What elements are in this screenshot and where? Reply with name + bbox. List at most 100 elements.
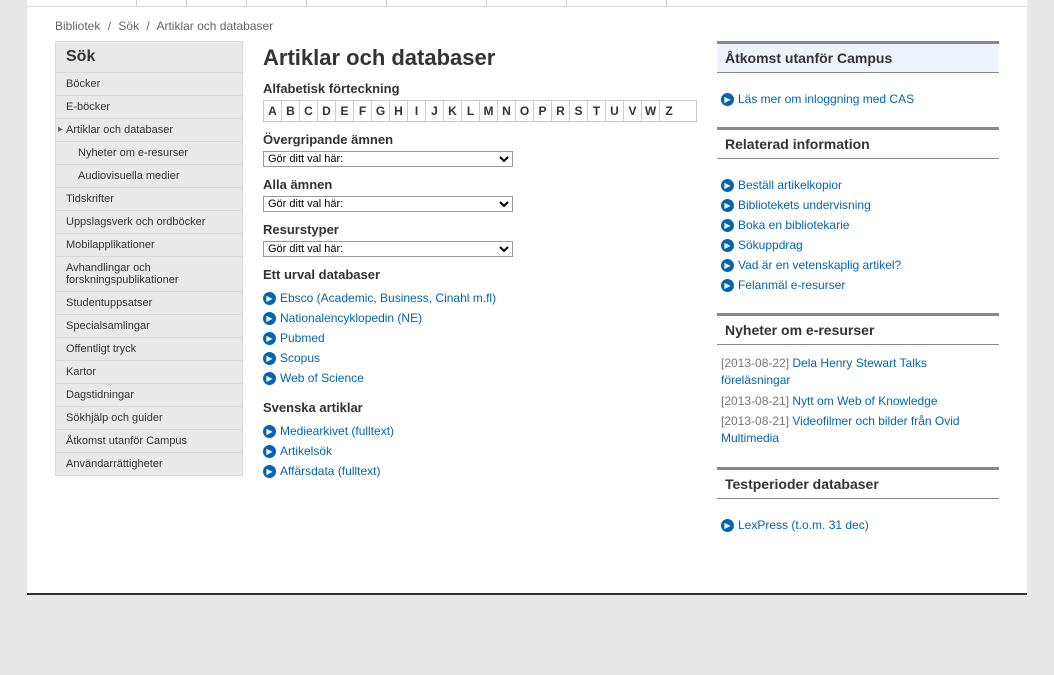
alpha-letter[interactable]: H xyxy=(390,101,408,121)
svenska-item: ▶Affärsdata (fulltext) xyxy=(263,459,697,479)
alpha-letter[interactable]: T xyxy=(588,101,606,121)
news-item: [2013-08-21] Nytt om Web of Knowledge xyxy=(721,393,995,410)
testperiod-link[interactable]: LexPress (t.o.m. 31 dec) xyxy=(738,518,869,532)
select-amnen[interactable]: Gör ditt val här: xyxy=(263,196,513,212)
urval-link[interactable]: Scopus xyxy=(280,351,320,365)
alpha-letter[interactable]: Z xyxy=(660,101,678,121)
urval-link[interactable]: Nationalencyklopedin (NE) xyxy=(280,311,422,325)
alpha-letter[interactable]: A xyxy=(264,101,282,121)
sidenav-item[interactable]: Uppslagsverk och ordböcker xyxy=(56,211,242,234)
relaterad-item: ▶ Boka en bibliotekarie xyxy=(721,213,995,233)
svenska-link[interactable]: Mediearkivet (fulltext) xyxy=(280,424,394,438)
arrow-right-icon: ▶ xyxy=(263,332,276,345)
alpha-letter[interactable]: B xyxy=(282,101,300,121)
arrow-right-icon: ▶ xyxy=(721,93,734,106)
arrow-right-icon: ▶ xyxy=(263,445,276,458)
section-urval: Ett urval databaser xyxy=(263,267,697,282)
alpha-letter[interactable]: P xyxy=(534,101,552,121)
breadcrumb-link[interactable]: Sök xyxy=(118,19,139,33)
alpha-letter[interactable]: R xyxy=(552,101,570,121)
relaterad-link[interactable]: Beställ artikelkopior xyxy=(738,178,842,192)
sidenav-item[interactable]: Artiklar och databaser xyxy=(56,119,242,142)
top-nav xyxy=(27,0,1027,7)
alpha-letter[interactable]: O xyxy=(516,101,534,121)
svenska-link[interactable]: Artikelsök xyxy=(280,444,332,458)
alpha-letter[interactable]: I xyxy=(408,101,426,121)
alpha-letter[interactable]: D xyxy=(318,101,336,121)
section-overgripande: Övergripande ämnen xyxy=(263,132,697,147)
alpha-letter[interactable]: J xyxy=(426,101,444,121)
sidenav-item[interactable]: Avhandlingar och forskningspublikationer xyxy=(56,257,242,292)
box-nyheter: Nyheter om e-resurser [2013-08-22] Dela … xyxy=(717,313,999,447)
news-link[interactable]: Nytt om Web of Knowledge xyxy=(792,394,937,408)
urval-link[interactable]: Pubmed xyxy=(280,331,325,345)
sidenav-item[interactable]: Tidskrifter xyxy=(56,188,242,211)
footer-divider xyxy=(27,593,1027,595)
relaterad-link[interactable]: Sökuppdrag xyxy=(738,238,803,252)
alpha-letter[interactable]: S xyxy=(570,101,588,121)
sidenav-item[interactable]: Dagstidningar xyxy=(56,384,242,407)
sidenav-item[interactable]: Åtkomst utanför Campus xyxy=(56,430,242,453)
alpha-letter[interactable]: W xyxy=(642,101,660,121)
arrow-right-icon: ▶ xyxy=(721,219,734,232)
arrow-right-icon: ▶ xyxy=(263,425,276,438)
alpha-letter[interactable]: L xyxy=(462,101,480,121)
testperiod-item: ▶LexPress (t.o.m. 31 dec) xyxy=(721,513,995,533)
urval-item: ▶ Scopus xyxy=(263,346,697,366)
alpha-letter[interactable]: M xyxy=(480,101,498,121)
arrow-right-icon: ▶ xyxy=(263,292,276,305)
arrow-right-icon: ▶ xyxy=(263,312,276,325)
sidenav-item[interactable]: Studentuppsatser xyxy=(56,292,242,315)
sidenav-item[interactable]: Offentligt tryck xyxy=(56,338,242,361)
sidenav-item[interactable]: Böcker xyxy=(56,73,242,96)
urval-item: ▶ Ebsco (Academic, Business, Cinahl m.fl) xyxy=(263,286,697,306)
select-resurstyper[interactable]: Gör ditt val här: xyxy=(263,241,513,257)
alpha-letter[interactable]: V xyxy=(624,101,642,121)
urval-link[interactable]: Ebsco (Academic, Business, Cinahl m.fl) xyxy=(280,291,496,305)
section-amnen: Alla ämnen xyxy=(263,177,697,192)
sidenav-item[interactable]: Audiovisuella medier xyxy=(56,165,242,188)
box-title: Relaterad information xyxy=(717,127,999,159)
sidenav-item[interactable]: Kartor xyxy=(56,361,242,384)
svenska-item: ▶ Artikelsök xyxy=(263,439,697,459)
alpha-letter[interactable]: F xyxy=(354,101,372,121)
svenska-link[interactable]: Affärsdata (fulltext) xyxy=(280,464,381,478)
sidenav-item[interactable]: Användarrättigheter xyxy=(56,453,242,476)
alpha-letter[interactable]: U xyxy=(606,101,624,121)
arrow-right-icon: ▶ xyxy=(721,239,734,252)
arrow-right-icon: ▶ xyxy=(263,352,276,365)
alpha-letter[interactable]: N xyxy=(498,101,516,121)
sidenav-item[interactable]: Nyheter om e-resurser xyxy=(56,142,242,165)
urval-item: ▶Web of Science xyxy=(263,366,697,386)
urval-link[interactable]: Web of Science xyxy=(280,371,364,385)
relaterad-list: ▶ Beställ artikelkopior ▶ Bibliotekets unde… xyxy=(721,173,995,293)
section-svenska: Svenska artiklar xyxy=(263,400,697,415)
alpha-index: ABCDEFGHIJKLMNOPRSTUVWZ xyxy=(263,100,697,122)
relaterad-link[interactable]: Boka en bibliotekarie xyxy=(738,218,849,232)
alpha-letter[interactable]: K xyxy=(444,101,462,121)
alpha-heading: Alfabetisk förteckning xyxy=(263,81,697,96)
relaterad-link[interactable]: Felanmäl e-resurser xyxy=(738,278,845,292)
relaterad-link[interactable]: Vad är en vetenskaplig artikel? xyxy=(738,258,901,272)
urval-list: ▶ Ebsco (Academic, Business, Cinahl m.fl)… xyxy=(263,286,697,386)
cas-link[interactable]: Läs mer om inloggning med CAS xyxy=(738,92,914,106)
relaterad-item: ▶Vad är en vetenskaplig artikel? xyxy=(721,253,995,273)
breadcrumb-link[interactable]: Bibliotek xyxy=(55,19,100,33)
sidenav-item[interactable]: E-böcker xyxy=(56,96,242,119)
box-title: Testperioder databaser xyxy=(717,467,999,499)
sidenav-item[interactable]: Mobilapplikationer xyxy=(56,234,242,257)
sidenav-item[interactable]: Sökhjälp och guider xyxy=(56,407,242,430)
page-title: Artiklar och databaser xyxy=(263,45,697,71)
select-overgripande[interactable]: Gör ditt val här: xyxy=(263,151,513,167)
alpha-letter[interactable]: C xyxy=(300,101,318,121)
box-atkomst: Åtkomst utanför Campus ▶ Läs mer om inlog… xyxy=(717,41,999,107)
relaterad-item: ▶Felanmäl e-resurser xyxy=(721,273,995,293)
news-date: [2013-08-21] xyxy=(721,414,792,428)
alpha-letter[interactable]: G xyxy=(372,101,390,121)
urval-item: ▶ Pubmed xyxy=(263,326,697,346)
sidenav-item[interactable]: Specialsamlingar xyxy=(56,315,242,338)
relaterad-link[interactable]: Bibliotekets undervisning xyxy=(738,198,871,212)
alpha-letter[interactable]: E xyxy=(336,101,354,121)
box-title: Åtkomst utanför Campus xyxy=(717,41,999,73)
news-item: [2013-08-22] Dela Henry Stewart Talks fö… xyxy=(721,355,995,389)
